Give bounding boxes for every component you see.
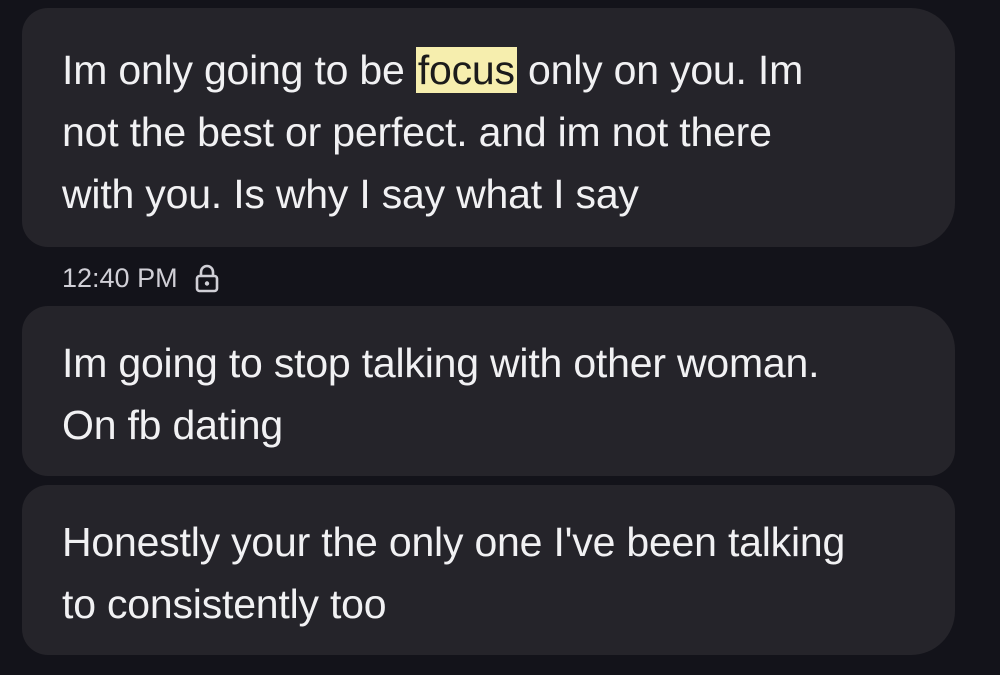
message-line: Im only going to be focus only on you. I… xyxy=(62,39,925,101)
message-timestamp: 12:40 PM xyxy=(62,262,178,293)
message-bubble[interactable]: Im only going to be focus only on you. I… xyxy=(22,8,955,247)
message-line: Honestly your the only one I've been tal… xyxy=(62,519,846,565)
message-bubble[interactable]: Honestly your the only one I've been tal… xyxy=(22,485,955,655)
message-line: not the best or perfect. and im not ther… xyxy=(62,109,772,155)
message-bubble[interactable]: Im going to stop talking with other woma… xyxy=(22,306,955,476)
search-highlight: focus xyxy=(415,47,517,93)
message-line: to consistently too xyxy=(62,581,387,627)
message-text: Im only going to be xyxy=(62,47,416,93)
message-timestamp-row: 12:40 PM xyxy=(62,258,220,298)
message-line: Im going to stop talking with other woma… xyxy=(62,340,820,386)
message-text: only on you. Im xyxy=(516,47,804,93)
message-thread: Im only going to be focus only on you. I… xyxy=(0,0,1000,675)
lock-icon xyxy=(194,263,220,293)
message-line: On fb dating xyxy=(62,402,283,448)
message-line: with you. Is why I say what I say xyxy=(62,171,639,217)
